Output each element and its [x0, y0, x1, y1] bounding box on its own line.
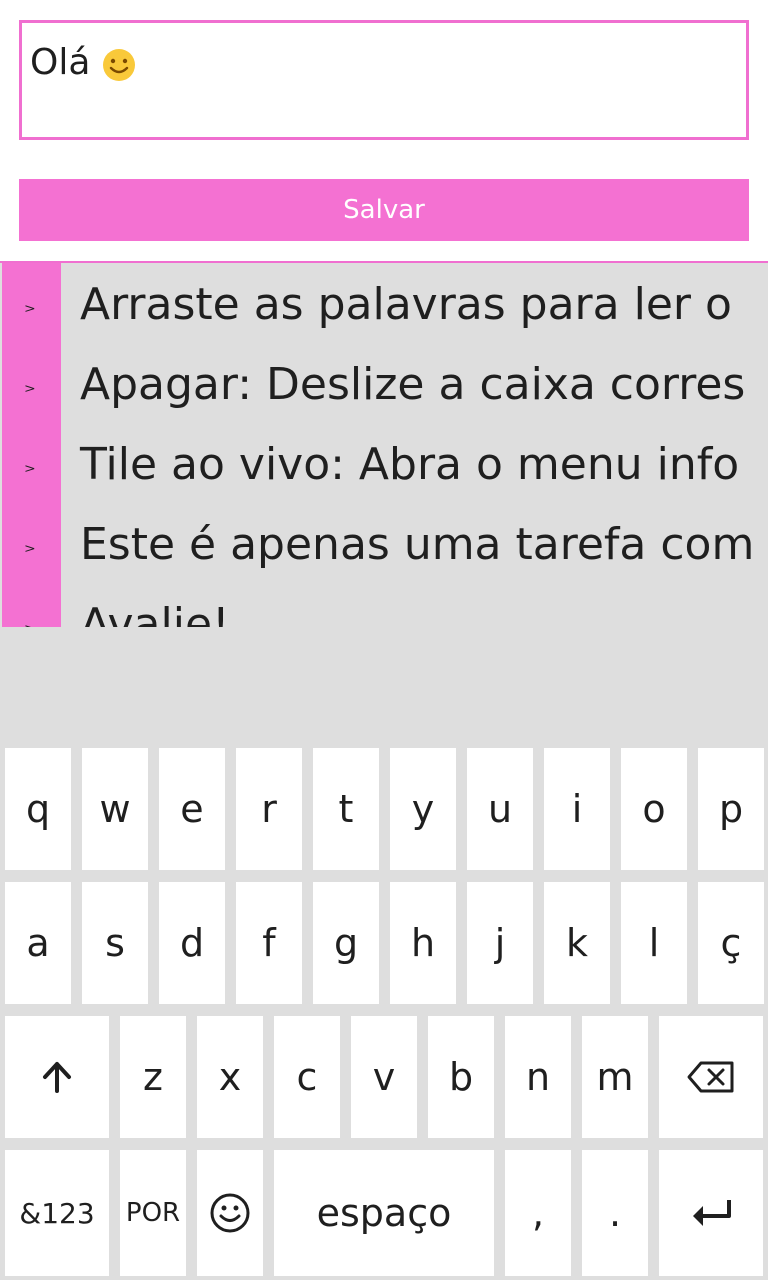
backspace-key[interactable]: [659, 1016, 763, 1138]
key-b[interactable]: b: [428, 1016, 494, 1138]
key-v[interactable]: v: [351, 1016, 417, 1138]
key-z[interactable]: z: [120, 1016, 186, 1138]
list-item-text: Avalie!: [80, 599, 230, 629]
key-g[interactable]: g: [313, 882, 379, 1004]
smiley-icon: [210, 1193, 250, 1233]
key-c-cedilla[interactable]: ç: [698, 882, 764, 1004]
key-o[interactable]: o: [621, 748, 687, 870]
key-t[interactable]: t: [313, 748, 379, 870]
key-d[interactable]: d: [159, 882, 225, 1004]
language-key[interactable]: POR: [120, 1150, 186, 1276]
list-item[interactable]: > Tile ao vivo: Abra o menu info: [0, 427, 768, 507]
enter-icon: [689, 1196, 733, 1230]
key-x[interactable]: x: [197, 1016, 263, 1138]
key-c[interactable]: c: [274, 1016, 340, 1138]
key-k[interactable]: k: [544, 882, 610, 1004]
list-item-text: Este é apenas uma tarefa com: [80, 519, 755, 570]
list-item[interactable]: > Este é apenas uma tarefa com: [0, 507, 768, 587]
key-q[interactable]: q: [5, 748, 71, 870]
save-button[interactable]: Salvar: [19, 179, 749, 241]
note-input[interactable]: Olá: [19, 20, 749, 140]
note-input-text: Olá: [30, 42, 91, 83]
note-input-value: Olá: [30, 41, 136, 85]
backspace-icon: [687, 1061, 735, 1093]
key-i[interactable]: i: [544, 748, 610, 870]
chevron-right-icon: >: [24, 541, 36, 557]
list-item-text: Apagar: Deslize a caixa corres: [80, 359, 746, 410]
key-l[interactable]: l: [621, 882, 687, 1004]
key-u[interactable]: u: [467, 748, 533, 870]
key-w[interactable]: w: [82, 748, 148, 870]
chevron-right-icon: >: [24, 381, 36, 397]
key-n[interactable]: n: [505, 1016, 571, 1138]
key-a[interactable]: a: [5, 882, 71, 1004]
period-key[interactable]: .: [582, 1150, 648, 1276]
key-h[interactable]: h: [390, 882, 456, 1004]
shift-key[interactable]: [5, 1016, 109, 1138]
key-y[interactable]: y: [390, 748, 456, 870]
space-key[interactable]: espaço: [274, 1150, 494, 1276]
list-item-text: Tile ao vivo: Abra o menu info: [80, 439, 740, 490]
key-r[interactable]: r: [236, 748, 302, 870]
chevron-right-icon: >: [24, 301, 36, 317]
key-e[interactable]: e: [159, 748, 225, 870]
comma-key[interactable]: ,: [505, 1150, 571, 1276]
list-item[interactable]: > Avalie!: [0, 587, 768, 629]
list-item-text: Arraste as palavras para ler o: [80, 279, 732, 330]
numbers-key[interactable]: &123: [5, 1150, 109, 1276]
list-item[interactable]: > Arraste as palavras para ler o: [0, 267, 768, 347]
key-f[interactable]: f: [236, 882, 302, 1004]
list-item[interactable]: > Apagar: Deslize a caixa corres: [0, 347, 768, 427]
chevron-right-icon: >: [24, 461, 36, 477]
key-m[interactable]: m: [582, 1016, 648, 1138]
enter-key[interactable]: [659, 1150, 763, 1276]
key-p[interactable]: p: [698, 748, 764, 870]
key-j[interactable]: j: [467, 882, 533, 1004]
smiley-emoji-icon: [102, 48, 136, 82]
emoji-key[interactable]: [197, 1150, 263, 1276]
key-s[interactable]: s: [82, 882, 148, 1004]
tips-list[interactable]: > Arraste as palavras para ler o > Apaga…: [0, 261, 768, 629]
arrow-up-icon: [42, 1061, 72, 1093]
